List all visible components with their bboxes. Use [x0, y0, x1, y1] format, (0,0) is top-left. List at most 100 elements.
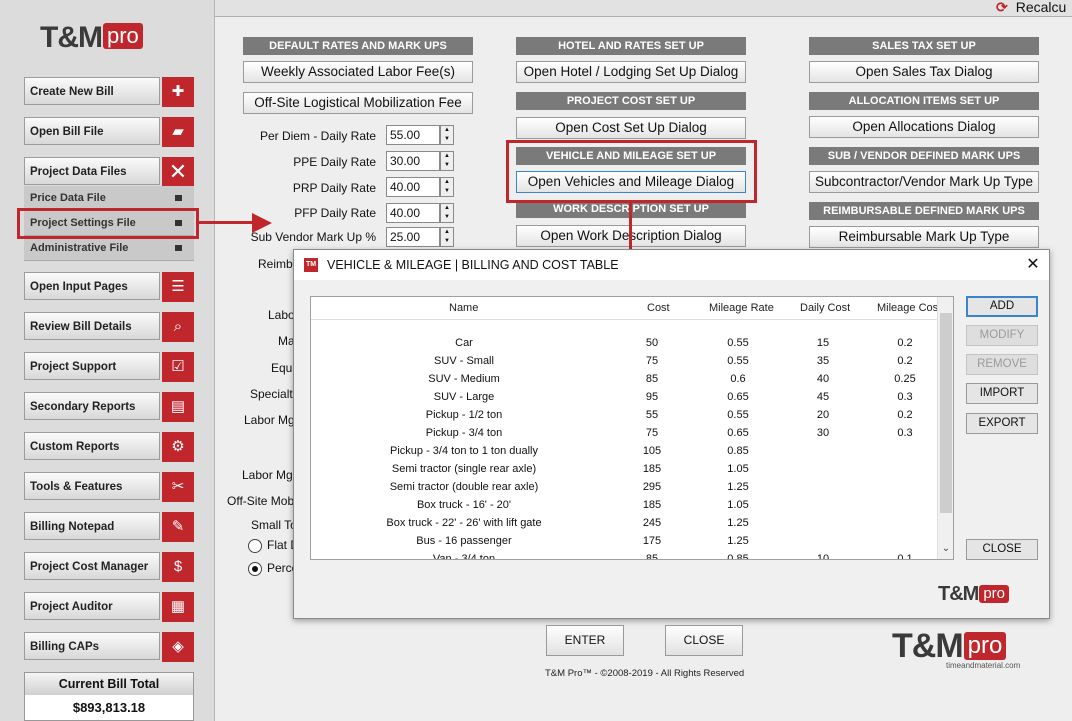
logo-tagline: timeandmaterial.com — [946, 661, 1021, 670]
ppe-input[interactable]: 30.00 — [386, 151, 440, 171]
open-bill-file-label: Open Bill File — [24, 117, 160, 145]
current-bill-total-label: Current Bill Total — [25, 673, 193, 695]
highlight-settings-file — [17, 208, 199, 239]
project-auditor-button[interactable]: Project Auditor ▦ — [24, 592, 194, 622]
sub-vendor-markup-input[interactable]: 25.00 — [386, 227, 440, 247]
project-cost-manager-button[interactable]: Project Cost Manager $ — [24, 552, 194, 582]
review-bill-details-label: Review Bill Details — [24, 312, 160, 340]
prp-label: PRP Daily Rate — [292, 181, 376, 195]
weekly-labor-fee-button[interactable]: Weekly Associated Labor Fee(s) — [243, 61, 473, 83]
project-support-button[interactable]: Project Support ☑ — [24, 352, 194, 382]
scroll-down-icon[interactable]: ⌄ — [938, 541, 953, 557]
column-header-mileage-rate[interactable]: Mileage Rate — [709, 302, 774, 314]
project-data-files-label: Project Data Files — [24, 157, 160, 185]
dialog-tm-pro-logo: T&M pro — [938, 582, 1010, 606]
logo-pro-text: pro — [102, 23, 143, 49]
create-new-bill-label: Create New Bill — [24, 77, 160, 105]
offsite-mobilization-fee-button[interactable]: Off-Site Logistical Mobilization Fee — [243, 92, 473, 114]
per-diem-stepper[interactable]: 55.00 ▲ ▼ — [386, 125, 454, 145]
close-icon[interactable]: ✕ — [1022, 253, 1044, 277]
remove-button[interactable]: REMOVE — [966, 354, 1038, 375]
enter-button[interactable]: ENTER — [546, 625, 624, 656]
table-cell: 1.25 — [727, 481, 749, 493]
open-sales-tax-button[interactable]: Open Sales Tax Dialog — [809, 61, 1039, 83]
secondary-reports-button[interactable]: Secondary Reports ▤ — [24, 392, 194, 422]
billing-notepad-button[interactable]: Billing Notepad ✎ — [24, 512, 194, 542]
percent-radio[interactable] — [248, 562, 262, 576]
create-new-bill-button[interactable]: Create New Bill ✚ — [24, 77, 194, 107]
vehicle-table[interactable]: Name Cost Mileage Rate Daily Cost Mileag… — [310, 296, 954, 560]
recalculate-button[interactable]: ⟳ Recalcu — [996, 0, 1066, 14]
add-button[interactable]: ADD — [966, 296, 1038, 317]
gear-icon: ⚙ — [162, 432, 194, 462]
checklist-icon: ☑ — [162, 352, 194, 382]
table-cell: 1.25 — [727, 535, 749, 547]
table-cell: 0.2 — [897, 409, 913, 421]
open-cost-dialog-button[interactable]: Open Cost Set Up Dialog — [516, 117, 746, 139]
reimbursable-markups-header: REIMBURSABLE DEFINED MARK UPS — [809, 202, 1039, 220]
spin-arrows-icon[interactable]: ▲ ▼ — [440, 177, 454, 197]
dollar-icon: $ — [162, 552, 194, 582]
flat-radio[interactable] — [248, 539, 262, 553]
pfp-stepper[interactable]: 40.00 ▲ ▼ — [386, 203, 454, 223]
modify-button[interactable]: MODIFY — [966, 325, 1038, 346]
sub-vendor-markup-stepper[interactable]: 25.00 ▲ ▼ — [386, 227, 454, 247]
current-bill-total-value: $893,813.18 — [72, 700, 146, 715]
spin-arrows-icon[interactable]: ▲ ▼ — [440, 203, 454, 223]
default-rates-header: DEFAULT RATES AND MARK UPS — [243, 37, 473, 55]
pages-icon: ☰ — [162, 272, 194, 302]
table-cell: 0.25 — [894, 373, 916, 385]
sub-vendor-markups-header: SUB / VENDOR DEFINED MARK UPS — [809, 147, 1039, 165]
column-header-cost[interactable]: Cost — [647, 302, 670, 314]
spin-arrows-icon[interactable]: ▲ ▼ — [440, 125, 454, 145]
dialog-titlebar[interactable]: TM VEHICLE & MILEAGE | BILLING AND COST … — [294, 250, 1049, 280]
open-input-pages-label: Open Input Pages — [24, 272, 160, 300]
layers-icon: ◈ — [162, 632, 194, 662]
app-icon: TM — [304, 258, 318, 272]
folder-icon: ▰ — [162, 117, 194, 147]
project-data-files-button[interactable]: Project Data Files ✕ — [24, 157, 194, 187]
column-header-name[interactable]: Name — [449, 302, 478, 314]
project-support-label: Project Support — [24, 352, 160, 380]
table-cell: 0.1 — [897, 553, 913, 560]
pfp-input[interactable]: 40.00 — [386, 203, 440, 223]
table-cell: 0.2 — [897, 337, 913, 349]
open-input-pages-button[interactable]: Open Input Pages ☰ — [24, 272, 194, 302]
close-button[interactable]: CLOSE — [665, 625, 743, 656]
ppe-stepper[interactable]: 30.00 ▲ ▼ — [386, 151, 454, 171]
reimbursable-markup-type-button[interactable]: Reimbursable Mark Up Type — [809, 226, 1039, 248]
spin-arrows-icon[interactable]: ▲ ▼ — [440, 151, 454, 171]
open-bill-file-button[interactable]: Open Bill File ▰ — [24, 117, 194, 147]
column-header-daily-cost[interactable]: Daily Cost — [800, 302, 850, 314]
per-diem-input[interactable]: 55.00 — [386, 125, 440, 145]
allocation-items-header: ALLOCATION ITEMS SET UP — [809, 92, 1039, 110]
scrollbar-thumb[interactable] — [940, 313, 952, 513]
sub-vendor-markup-type-button[interactable]: Subcontractor/Vendor Mark Up Type — [809, 171, 1039, 193]
tools-features-button[interactable]: Tools & Features ✂ — [24, 472, 194, 502]
offsite-mobilization-label-partial: Off-Site Mobili — [227, 494, 303, 508]
vertical-scrollbar[interactable]: ⌄ — [937, 297, 953, 559]
table-cell: 1.05 — [727, 499, 749, 511]
logo-tm-text: T&M — [938, 583, 979, 605]
review-bill-details-button[interactable]: Review Bill Details ⌕ — [24, 312, 194, 342]
main-tm-pro-logo: T&M pro timeandmaterial.com — [892, 624, 1020, 670]
administrative-file-item[interactable]: Administrative File — [24, 236, 194, 261]
refresh-icon: ⟳ — [996, 0, 1008, 15]
prp-stepper[interactable]: 40.00 ▲ ▼ — [386, 177, 454, 197]
billing-caps-label: Billing CAPs — [24, 632, 160, 660]
custom-reports-button[interactable]: Custom Reports ⚙ — [24, 432, 194, 462]
annotation-arrow-line — [199, 221, 257, 224]
column-header-mileage-cost[interactable]: Mileage Cos — [877, 302, 938, 314]
dialog-title: VEHICLE & MILEAGE | BILLING AND COST TAB… — [327, 258, 619, 272]
dialog-close-button[interactable]: CLOSE — [966, 539, 1038, 560]
export-button[interactable]: EXPORT — [966, 413, 1038, 434]
prp-input[interactable]: 40.00 — [386, 177, 440, 197]
spin-arrows-icon[interactable]: ▲ ▼ — [440, 227, 454, 247]
administrative-file-label: Administrative File — [30, 242, 129, 254]
billing-caps-button[interactable]: Billing CAPs ◈ — [24, 632, 194, 662]
open-allocations-button[interactable]: Open Allocations Dialog — [809, 116, 1039, 138]
open-hotel-dialog-button[interactable]: Open Hotel / Lodging Set Up Dialog — [516, 61, 746, 83]
import-button[interactable]: IMPORT — [966, 383, 1038, 404]
tools-features-label: Tools & Features — [24, 472, 160, 500]
ppe-label: PPE Daily Rate — [293, 155, 376, 169]
